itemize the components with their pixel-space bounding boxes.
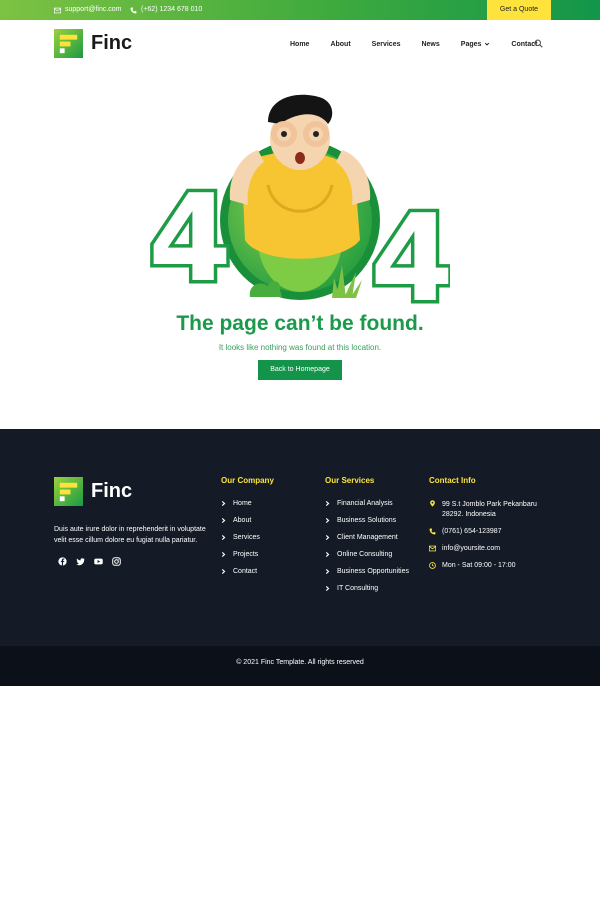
chevron-right-icon [221,551,226,558]
error-404-section: 4 4 The page can’t be found. It looks li… [0,68,600,429]
main-navigation: Finc Home About Services News Pages Cont… [0,20,600,68]
footer-logo[interactable]: Finc [54,477,132,506]
nav-item-label: About [330,40,351,48]
footer-link-label: Projects [233,551,259,558]
footer-link-label: Contact [233,568,258,575]
nav-item-label: Home [290,40,310,48]
footer-service-link[interactable]: Business Solutions [325,517,409,534]
nav-item-label: Services [371,40,401,48]
footer-service-label: Business Opportunities [337,568,409,575]
nav-item-about[interactable]: About [330,41,350,48]
footer-link-projects[interactable]: Projects [221,551,274,568]
facebook-icon[interactable] [58,557,67,566]
nav-item-label: Pages [460,40,482,48]
youtube-icon[interactable] [94,557,103,566]
nav-item-pages[interactable]: Pages [461,41,491,48]
contact-email-text: info@yoursite.com [442,545,501,552]
brand-name: Finc [91,32,133,54]
contact-hours-text: Mon - Sat 09:00 - 17:00 [442,562,516,569]
404-illustration: 4 4 [150,94,450,310]
footer-services-column: Our Services Financial Analysis Business… [325,476,409,602]
footer-link-label: Services [233,534,260,541]
footer-link-about[interactable]: About [221,517,274,534]
footer-contact-column: Contact Info 99 S.t Jomblo Park Pekanbar… [429,476,542,579]
instagram-icon[interactable] [112,557,121,566]
twitter-icon[interactable] [76,557,85,566]
footer-service-link[interactable]: Financial Analysis [325,500,409,517]
nav-item-news[interactable]: News [421,41,439,48]
copyright-text: © 2021 Finc Template. All rights reserve… [236,659,364,666]
digit-four-left: 4 [150,170,232,309]
footer-link-contact[interactable]: Contact [221,568,274,585]
chevron-right-icon [325,500,330,507]
finc-logo-icon [54,29,83,58]
contact-address-text: 99 S.t Jomblo Park Pekanbaru 28292. Indo… [442,501,537,518]
chevron-right-icon [325,568,330,575]
footer-link-services[interactable]: Services [221,534,274,551]
contact-column-title: Contact Info [429,476,476,485]
contact-phone[interactable]: (0761) 654-123987 [429,528,542,545]
site-logo[interactable]: Finc [54,29,132,58]
chevron-right-icon [325,534,330,541]
map-pin-icon [430,500,435,507]
footer-link-label: Home [233,500,252,507]
footer-brand-name: Finc [91,480,133,502]
contact-phone-text: (0761) 654-123987 [442,528,502,535]
footer-service-link[interactable]: Business Opportunities [325,568,409,585]
chevron-right-icon [221,500,226,507]
footer-service-label: Client Management [337,534,398,541]
phone-icon [429,528,436,535]
top-bar: support@finc.com (+62) 1234 678 010 Get … [0,0,600,20]
chevron-right-icon [325,551,330,558]
phone-icon [130,7,137,13]
copyright-bar: © 2021 Finc Template. All rights reserve… [0,646,600,686]
back-to-homepage-button[interactable]: Back to Homepage [258,360,342,380]
chevron-right-icon [221,568,226,575]
social-links [58,557,121,566]
footer-service-label: Online Consulting [337,551,393,558]
footer-company-column: Our Company Home About Services Projects… [221,476,274,585]
footer-link-home[interactable]: Home [221,500,274,517]
contact-address: 99 S.t Jomblo Park Pekanbaru 28292. Indo… [429,500,542,528]
error-title: The page can’t be found. [176,312,424,335]
topbar-email[interactable]: support@finc.com [54,0,122,20]
company-column-title: Our Company [221,476,274,485]
chevron-right-icon [221,534,226,541]
services-column-title: Our Services [325,476,375,485]
get-a-quote-button[interactable]: Get a Quote [487,0,551,20]
chevron-down-icon [485,42,490,46]
nav-item-home[interactable]: Home [290,41,309,48]
nav-menu: Home About Services News Pages Contact [290,20,558,68]
digit-four-right: 4 [370,190,450,310]
footer-service-label: Business Solutions [337,517,397,524]
footer-link-label: About [233,517,252,524]
mail-icon [54,7,61,13]
error-subtitle: It looks like nothing was found at this … [218,343,382,352]
clock-icon [429,562,436,569]
footer-service-label: Financial Analysis [337,500,393,507]
search-icon[interactable] [534,39,543,48]
footer-about-text: Duis aute irure dolor in reprehenderit i… [54,526,206,544]
contact-email[interactable]: info@yoursite.com [429,545,542,562]
footer-service-link[interactable]: Online Consulting [325,551,409,568]
site-footer: Finc Duis aute irure dolor in reprehende… [0,429,600,646]
topbar-phone-text: (+62) 1234 678 010 [141,6,203,13]
footer-service-label: IT Consulting [337,585,379,592]
topbar-email-text: support@finc.com [65,6,122,13]
chevron-right-icon [221,517,226,524]
chevron-right-icon [325,585,330,592]
chevron-right-icon [325,517,330,524]
finc-logo-icon [54,477,83,506]
contact-hours: Mon - Sat 09:00 - 17:00 [429,562,542,579]
nav-item-services[interactable]: Services [372,41,401,48]
footer-service-link[interactable]: Client Management [325,534,409,551]
mail-icon [429,545,436,552]
footer-service-link[interactable]: IT Consulting [325,585,409,602]
topbar-phone[interactable]: (+62) 1234 678 010 [130,0,202,20]
nav-item-label: News [421,40,440,48]
